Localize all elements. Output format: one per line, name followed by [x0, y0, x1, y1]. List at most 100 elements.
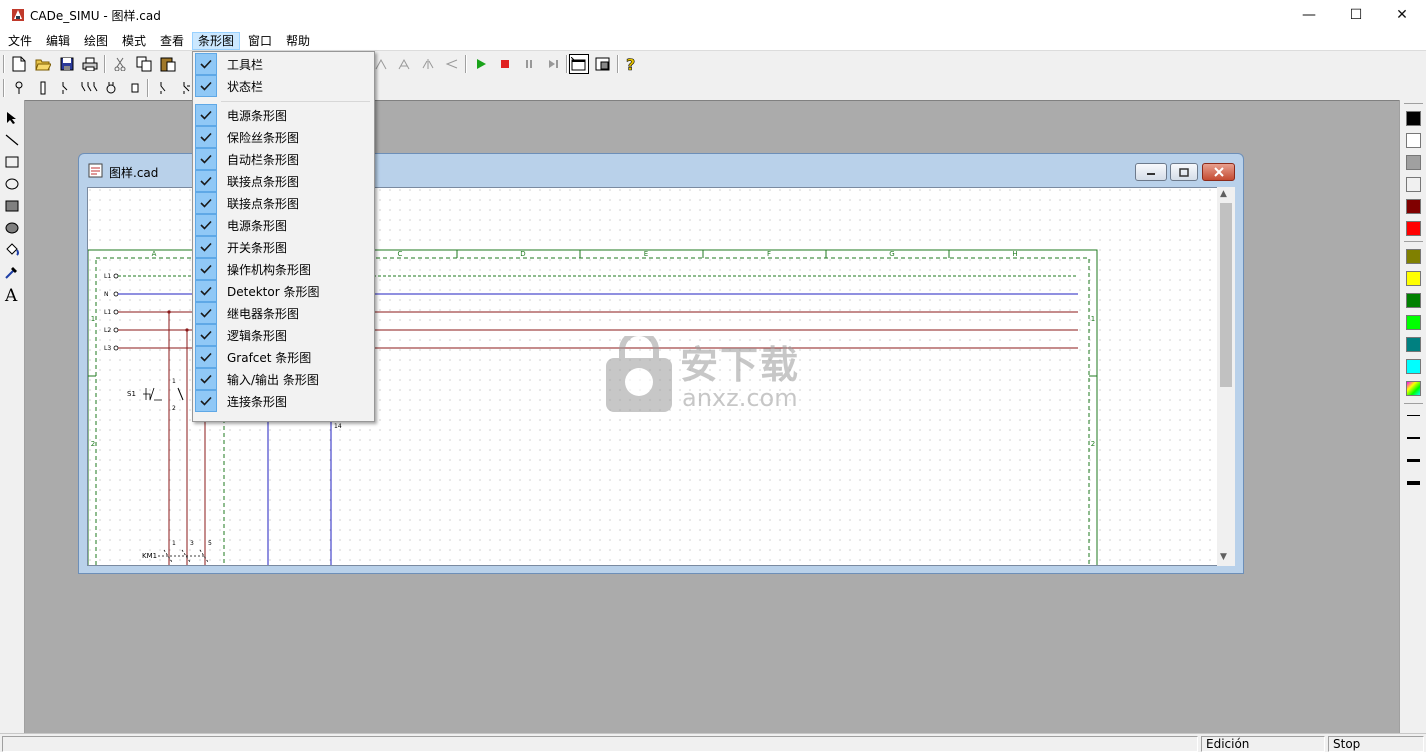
text-tool-icon[interactable]: A: [3, 285, 21, 303]
menu-item-logic-bar[interactable]: 逻辑条形图: [195, 324, 372, 346]
doc-restore-button[interactable]: [1170, 163, 1198, 181]
close-button[interactable]: ✕: [1379, 0, 1425, 30]
menu-bars[interactable]: 条形图: [192, 32, 241, 50]
check-icon: [195, 346, 217, 368]
fill-bucket-icon[interactable]: [3, 241, 21, 259]
menu-draw[interactable]: 绘图: [79, 32, 113, 50]
color-swatch-dark-red[interactable]: [1406, 199, 1421, 214]
doc-minimize-button[interactable]: [1135, 163, 1167, 181]
line-width-4[interactable]: [1407, 481, 1420, 485]
menu-item-relay-bar[interactable]: 继电器条形图: [195, 302, 372, 324]
fuse-icon[interactable]: [33, 78, 53, 98]
color-swatch-light-gray[interactable]: [1406, 177, 1421, 192]
color-swatch-cyan[interactable]: [1406, 359, 1421, 374]
menu-item-power-bar-2[interactable]: 电源条形图: [195, 214, 372, 236]
stop-simulation-icon[interactable]: [495, 54, 515, 74]
window-layout-icon[interactable]: [593, 54, 613, 74]
menu-view[interactable]: 查看: [155, 32, 189, 50]
color-swatch-green[interactable]: [1406, 293, 1421, 308]
menu-item-actuator-bar[interactable]: 操作机构条形图: [195, 258, 372, 280]
scroll-up-icon[interactable]: ▲: [1220, 189, 1227, 199]
grid-col-A: A: [152, 250, 157, 258]
menu-item-fuse-bar[interactable]: 保险丝条形图: [195, 126, 372, 148]
document-icon: [88, 163, 103, 178]
filled-rectangle-tool-icon[interactable]: [3, 197, 21, 215]
three-phase-switch-icon[interactable]: [79, 78, 99, 98]
coil-icon[interactable]: [125, 78, 145, 98]
menu-item-detektor-bar[interactable]: Detektor 条形图: [195, 280, 372, 302]
km1-pin-1: 1: [172, 540, 176, 547]
help-question-icon[interactable]: ?: [621, 54, 641, 74]
menu-item-grafcet-bar[interactable]: Grafcet 条形图: [195, 346, 372, 368]
pause-simulation-icon[interactable]: [519, 54, 539, 74]
menu-edit[interactable]: 编辑: [41, 32, 75, 50]
copy-icon[interactable]: [134, 54, 154, 74]
line-width-1[interactable]: [1407, 415, 1420, 416]
align-tool-icon[interactable]: [442, 54, 462, 74]
maximize-button[interactable]: ☐: [1333, 0, 1379, 30]
line-width-2[interactable]: [1407, 437, 1420, 439]
color-swatch-rainbow[interactable]: [1406, 381, 1421, 396]
grid-col-C: C: [398, 250, 403, 258]
scroll-down-icon[interactable]: ▼: [1220, 552, 1227, 562]
check-icon: [195, 126, 217, 148]
menu-item-power-bar[interactable]: 电源条形图: [195, 104, 372, 126]
power-source-icon[interactable]: [9, 78, 29, 98]
rail-label-l1: L1: [104, 309, 111, 316]
new-file-icon[interactable]: [9, 54, 29, 74]
node-14: 14: [334, 423, 342, 430]
color-swatch-red[interactable]: [1406, 221, 1421, 236]
menu-item-junction-bar[interactable]: 联接点条形图: [195, 170, 372, 192]
scrollbar-thumb[interactable]: [1220, 203, 1232, 387]
menu-item-toolbar[interactable]: 工具栏: [195, 53, 372, 75]
menu-item-breaker-bar[interactable]: 自动栏条形图: [195, 148, 372, 170]
color-swatch-yellow[interactable]: [1406, 271, 1421, 286]
rotate-tool-icon[interactable]: [394, 54, 414, 74]
motor-icon[interactable]: [101, 78, 121, 98]
status-mode: Edición: [1201, 736, 1325, 752]
menu-item-statusbar[interactable]: 状态栏: [195, 75, 372, 97]
paste-icon[interactable]: [158, 54, 178, 74]
menu-help[interactable]: 帮助: [281, 32, 315, 50]
rectangle-tool-icon[interactable]: [3, 153, 21, 171]
run-simulation-icon[interactable]: [471, 54, 491, 74]
maximize-icon: ☐: [1349, 7, 1363, 23]
color-swatch-olive[interactable]: [1406, 249, 1421, 264]
rail-label-l2: L2: [104, 327, 111, 334]
minimize-icon: —: [1302, 7, 1316, 23]
cut-icon[interactable]: [110, 54, 130, 74]
color-swatch-lime[interactable]: [1406, 315, 1421, 330]
menu-mode[interactable]: 模式: [117, 32, 151, 50]
line-width-3[interactable]: [1407, 459, 1420, 462]
save-icon[interactable]: [57, 54, 77, 74]
doc-close-button[interactable]: [1202, 163, 1235, 181]
menu-item-io-bar[interactable]: 输入/输出 条形图: [195, 368, 372, 390]
flip-tool-icon[interactable]: [418, 54, 438, 74]
window-view-icon[interactable]: [569, 54, 589, 74]
minimize-button[interactable]: —: [1286, 0, 1332, 30]
vertical-scrollbar[interactable]: ▲ ▼: [1217, 187, 1235, 566]
print-icon[interactable]: [80, 54, 100, 74]
color-swatch-gray[interactable]: [1406, 155, 1421, 170]
step-simulation-icon[interactable]: [543, 54, 563, 74]
shield-lock-icon: [606, 336, 672, 412]
color-swatch-black[interactable]: [1406, 111, 1421, 126]
contact-no-icon[interactable]: [153, 78, 173, 98]
color-swatch-teal[interactable]: [1406, 337, 1421, 352]
menu-window[interactable]: 窗口: [243, 32, 277, 50]
menu-file[interactable]: 文件: [3, 32, 37, 50]
menu-item-junction-bar-2[interactable]: 联接点条形图: [195, 192, 372, 214]
menu-item-switch-bar[interactable]: 开关条形图: [195, 236, 372, 258]
open-folder-icon[interactable]: [33, 54, 53, 74]
line-tool-icon[interactable]: [3, 131, 21, 149]
close-icon: ✕: [1396, 7, 1408, 23]
color-picker-icon[interactable]: [3, 263, 21, 281]
menu-item-connection-bar[interactable]: 连接条形图: [195, 390, 372, 412]
color-swatch-white[interactable]: [1406, 133, 1421, 148]
document-title: 图样.cad: [109, 166, 159, 180]
ellipse-tool-icon[interactable]: [3, 175, 21, 193]
breaker-icon[interactable]: [55, 78, 75, 98]
select-pointer-icon[interactable]: [3, 109, 21, 127]
filled-ellipse-tool-icon[interactable]: [3, 219, 21, 237]
grid-col-F: F: [767, 250, 771, 258]
